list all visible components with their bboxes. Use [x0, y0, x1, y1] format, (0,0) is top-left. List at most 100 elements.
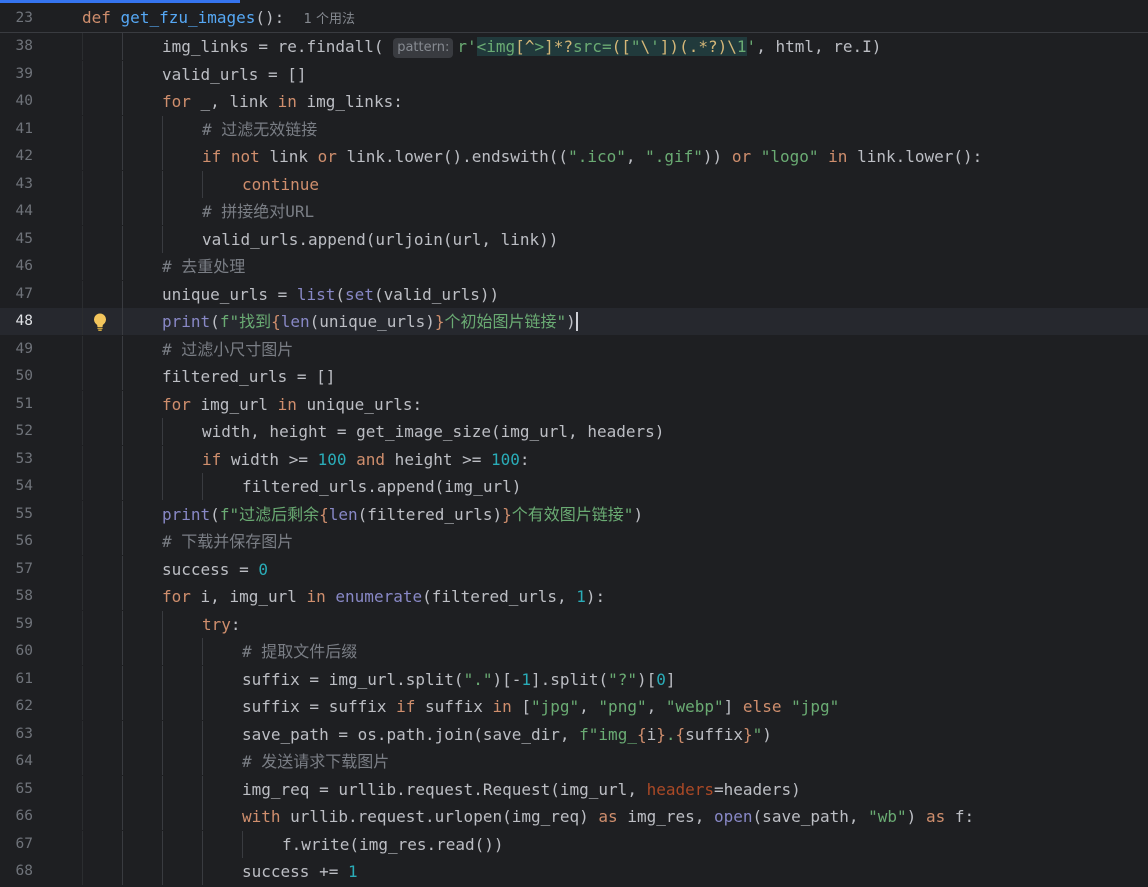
- code-text[interactable]: for img_url in unique_urls:: [162, 391, 422, 418]
- indent-guide: [82, 115, 83, 143]
- sticky-function-signature[interactable]: def get_fzu_images(): 1 个用法: [82, 4, 355, 34]
- code-text[interactable]: f.write(img_res.read()): [282, 831, 504, 858]
- code-text[interactable]: # 发送请求下载图片: [242, 748, 389, 775]
- indent-guide: [122, 60, 123, 88]
- code-text[interactable]: img_req = urllib.request.Request(img_url…: [242, 776, 801, 803]
- code-text[interactable]: print(f"找到{len(unique_urls)}个初始图片链接"): [162, 308, 578, 335]
- code-line[interactable]: 51 for img_url in unique_urls:: [0, 390, 1148, 418]
- indent-guide: [82, 225, 83, 253]
- code-line[interactable]: 47 unique_urls = list(set(valid_urls)): [0, 280, 1148, 308]
- indent-guide: [202, 638, 203, 665]
- code-line[interactable]: 48 print(f"找到{len(unique_urls)}个初始图片链接"): [0, 308, 1148, 335]
- lightbulb-icon[interactable]: [91, 312, 109, 332]
- code-line[interactable]: 56 # 下载并保存图片: [0, 528, 1148, 555]
- code-line[interactable]: 40 for _, link in img_links:: [0, 88, 1148, 115]
- indent-guide: [82, 363, 83, 390]
- code-line[interactable]: 58 for i, img_url in enumerate(filtered_u…: [0, 583, 1148, 610]
- line-number: 57: [15, 560, 33, 577]
- code-text[interactable]: # 过滤小尺寸图片: [162, 336, 293, 363]
- indent-guide: [122, 555, 123, 583]
- code-text[interactable]: if not link or link.lower().endswith((".…: [202, 143, 982, 170]
- code-text[interactable]: # 提取文件后缀: [242, 638, 357, 665]
- text-caret: [575, 312, 578, 331]
- indent-guide: [202, 720, 203, 748]
- indent-guide: [82, 170, 83, 198]
- code-text[interactable]: if width >= 100 and height >= 100:: [202, 446, 530, 473]
- code-text[interactable]: unique_urls = list(set(valid_urls)): [162, 281, 499, 308]
- code-text[interactable]: filtered_urls = []: [162, 363, 335, 390]
- code-line[interactable]: 39 valid_urls = []: [0, 60, 1148, 88]
- code-line[interactable]: 49 # 过滤小尺寸图片: [0, 335, 1148, 363]
- code-line[interactable]: 64 # 发送请求下载图片: [0, 748, 1148, 775]
- code-line[interactable]: 60 # 提取文件后缀: [0, 638, 1148, 665]
- code-text[interactable]: success = 0: [162, 556, 268, 583]
- code-line[interactable]: 44 # 拼接绝对URL: [0, 198, 1148, 225]
- code-line[interactable]: 63 save_path = os.path.join(save_dir, f"i…: [0, 720, 1148, 748]
- indent-guide: [82, 418, 83, 445]
- line-number: 46: [15, 258, 33, 274]
- indent-guide: [162, 693, 163, 720]
- indent-guide: [122, 198, 123, 225]
- code-text[interactable]: # 下载并保存图片: [162, 528, 293, 555]
- code-text[interactable]: valid_urls = []: [162, 61, 307, 88]
- indent-guide: [82, 830, 83, 858]
- code-line[interactable]: 68 success += 1: [0, 858, 1148, 885]
- code-editor[interactable]: 23 def get_fzu_images(): 1 个用法 38 img_lin…: [0, 4, 1148, 887]
- indent-guide: [82, 473, 83, 500]
- indent-guide: [122, 115, 123, 143]
- indent-guide: [122, 253, 123, 280]
- code-text[interactable]: suffix = img_url.split(".")[-1].split("?…: [242, 666, 676, 693]
- code-text[interactable]: print(f"过滤后剩余{len(filtered_urls)}个有效图片链接…: [162, 501, 643, 528]
- code-line[interactable]: 55 print(f"过滤后剩余{len(filtered_urls)}个有效图片…: [0, 500, 1148, 528]
- indent-guide: [162, 720, 163, 748]
- code-line[interactable]: 41 # 过滤无效链接: [0, 115, 1148, 143]
- indent-guide: [82, 555, 83, 583]
- indent-guide: [82, 445, 83, 473]
- code-line[interactable]: 54 filtered_urls.append(img_url): [0, 473, 1148, 500]
- code-text[interactable]: continue: [242, 171, 319, 198]
- indent-guide: [122, 473, 123, 500]
- indent-guide: [202, 170, 203, 198]
- code-line[interactable]: 61 suffix = img_url.split(".")[-1].split(…: [0, 665, 1148, 693]
- code-line[interactable]: 65 img_req = urllib.request.Request(img_u…: [0, 775, 1148, 803]
- signature-rest: ():: [255, 8, 285, 27]
- code-text[interactable]: for i, img_url in enumerate(filtered_url…: [162, 583, 605, 610]
- indent-guide: [122, 858, 123, 885]
- code-text[interactable]: # 过滤无效链接: [202, 116, 317, 143]
- usage-hint[interactable]: 1 个用法: [304, 12, 355, 27]
- code-text[interactable]: for _, link in img_links:: [162, 88, 403, 115]
- code-text[interactable]: width, height = get_image_size(img_url, …: [202, 418, 664, 445]
- line-number: 45: [15, 230, 33, 247]
- code-line[interactable]: 53 if width >= 100 and height >= 100:: [0, 445, 1148, 473]
- indent-guide: [82, 665, 83, 693]
- code-line[interactable]: 50 filtered_urls = []: [0, 363, 1148, 390]
- code-text[interactable]: valid_urls.append(urljoin(url, link)): [202, 226, 558, 253]
- code-line[interactable]: 38 img_links = re.findall( pattern: r'<img…: [0, 33, 1148, 60]
- code-line[interactable]: 46 # 去重处理: [0, 253, 1148, 280]
- code-text[interactable]: filtered_urls.append(img_url): [242, 473, 521, 500]
- code-line[interactable]: 66 with urllib.request.urlopen(img_req) a…: [0, 803, 1148, 830]
- code-line[interactable]: 42 if not link or link.lower().endswith((…: [0, 143, 1148, 170]
- code-line[interactable]: 67 f.write(img_res.read()): [0, 830, 1148, 858]
- indent-guide: [122, 363, 123, 390]
- code-line[interactable]: 45 valid_urls.append(urljoin(url, link)): [0, 225, 1148, 253]
- code-text[interactable]: img_links = re.findall( pattern: r'<img[^…: [162, 33, 881, 60]
- code-text[interactable]: with urllib.request.urlopen(img_req) as …: [242, 803, 974, 830]
- code-text[interactable]: suffix = suffix if suffix in ["jpg", "pn…: [242, 693, 839, 720]
- code-line[interactable]: 52 width, height = get_image_size(img_url…: [0, 418, 1148, 445]
- code-line[interactable]: 57 success = 0: [0, 555, 1148, 583]
- code-line[interactable]: 59 try:: [0, 610, 1148, 638]
- code-text[interactable]: save_path = os.path.join(save_dir, f"img…: [242, 721, 772, 748]
- indent-guide: [162, 473, 163, 500]
- function-name: get_fzu_images: [120, 8, 256, 27]
- code-text[interactable]: try:: [202, 611, 241, 638]
- code-line[interactable]: 62 suffix = suffix if suffix in ["jpg", "…: [0, 693, 1148, 720]
- code-text[interactable]: success += 1: [242, 858, 358, 885]
- sticky-scope-header[interactable]: 23 def get_fzu_images(): 1 个用法: [0, 4, 1148, 33]
- indent-guide: [122, 500, 123, 528]
- code-text[interactable]: # 去重处理: [162, 253, 245, 280]
- code-line[interactable]: 43 continue: [0, 170, 1148, 198]
- indent-guide: [122, 693, 123, 720]
- indent-guide: [82, 528, 83, 555]
- code-text[interactable]: # 拼接绝对URL: [202, 198, 314, 225]
